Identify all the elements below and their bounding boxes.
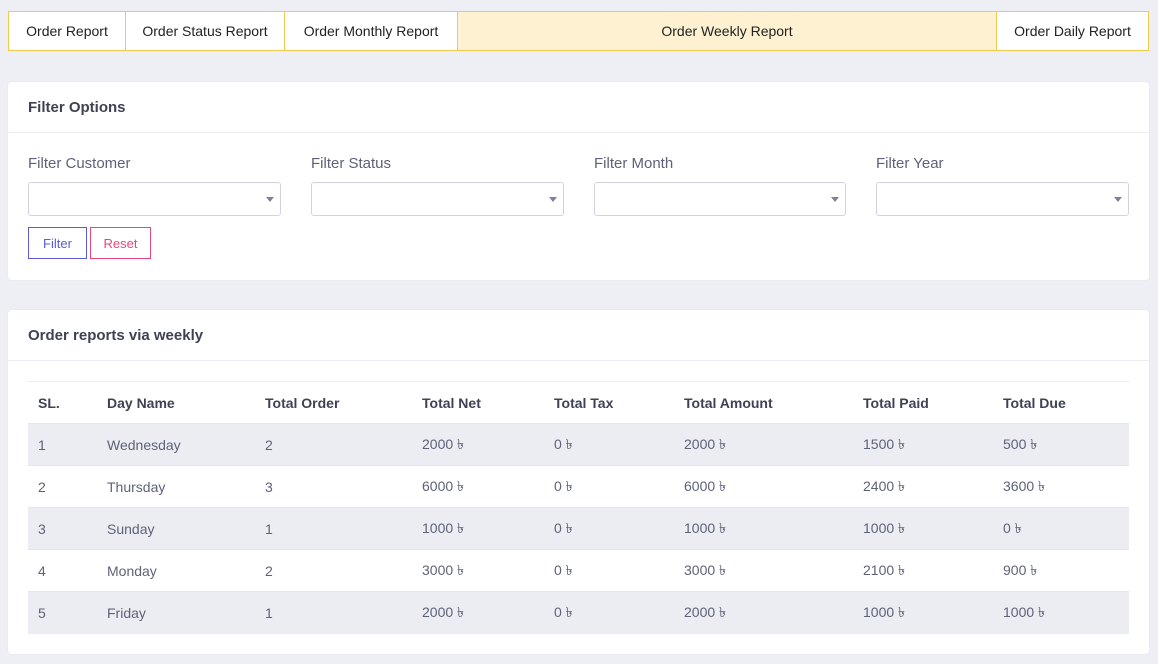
- table-cell: Wednesday: [97, 423, 255, 466]
- table-row: 2 Thursday 3 6000 ৳ 0 ৳ 6000 ৳ 2400 ৳ 36…: [28, 465, 1129, 508]
- table-cell: 0 ৳: [544, 465, 674, 508]
- table-cell: 6000 ৳: [412, 465, 544, 508]
- table-cell: 2000 ৳: [412, 423, 544, 466]
- chevron-down-icon: [549, 197, 557, 202]
- filter-month-select[interactable]: [594, 182, 846, 216]
- table-cell: 0 ৳: [544, 507, 674, 550]
- table-cell: 5: [28, 591, 97, 634]
- table-cell: 2000 ৳: [412, 591, 544, 634]
- table-row: 5 Friday 1 2000 ৳ 0 ৳ 2000 ৳ 1000 ৳ 1000…: [28, 591, 1129, 634]
- filter-status-label: Filter Status: [311, 155, 392, 172]
- reset-button[interactable]: Reset: [90, 227, 151, 259]
- tab-order-daily-report[interactable]: Order Daily Report: [997, 12, 1148, 50]
- report-tabs: Order Report Order Status Report Order M…: [8, 11, 1149, 51]
- table-cell: Friday: [97, 591, 255, 634]
- column-header: Total Due: [993, 381, 1129, 424]
- table-cell: 1000 ৳: [674, 507, 853, 550]
- table-cell: 1000 ৳: [412, 507, 544, 550]
- table-cell: 3: [255, 465, 412, 508]
- filter-month-group: Filter Month: [594, 155, 846, 216]
- column-header: SL.: [28, 381, 97, 424]
- filter-form: Filter Customer Filter Status Filter Mon…: [8, 133, 1149, 331]
- table-cell: 4: [28, 549, 97, 592]
- column-header: Total Net: [412, 381, 544, 424]
- table-cell: Sunday: [97, 507, 255, 550]
- column-header: Day Name: [97, 381, 255, 424]
- table-cell: 1000 ৳: [993, 591, 1129, 634]
- filter-status-select[interactable]: [311, 182, 564, 216]
- table-cell: 1000 ৳: [853, 507, 993, 550]
- filter-card-title: Filter Options: [8, 82, 1149, 133]
- table-cell: 0 ৳: [993, 507, 1129, 550]
- tab-order-report[interactable]: Order Report: [9, 12, 126, 50]
- table-cell: 0 ৳: [544, 423, 674, 466]
- table-cell: 1: [255, 507, 412, 550]
- report-card: Order reports via weekly SL. Day Name To…: [8, 310, 1149, 654]
- table-cell: 3000 ৳: [412, 549, 544, 592]
- tab-order-weekly-report[interactable]: Order Weekly Report: [458, 12, 997, 50]
- table-cell: 1: [28, 423, 97, 466]
- chevron-down-icon: [1114, 197, 1122, 202]
- table-cell: 2000 ৳: [674, 423, 853, 466]
- column-header: Total Paid: [853, 381, 993, 424]
- table-cell: 3: [28, 507, 97, 550]
- filter-customer-select[interactable]: [28, 182, 281, 216]
- table-row: 1 Wednesday 2 2000 ৳ 0 ৳ 2000 ৳ 1500 ৳ 5…: [28, 423, 1129, 466]
- filter-card: Filter Options Filter Customer Filter St…: [8, 82, 1149, 280]
- table-cell: 6000 ৳: [674, 465, 853, 508]
- table-cell: 1: [255, 591, 412, 634]
- table-cell: 2000 ৳: [674, 591, 853, 634]
- column-header: Total Order: [255, 381, 412, 424]
- table-cell: 1500 ৳: [853, 423, 993, 466]
- filter-customer-label: Filter Customer: [28, 155, 131, 172]
- table-row: 3 Sunday 1 1000 ৳ 0 ৳ 1000 ৳ 1000 ৳ 0 ৳: [28, 507, 1129, 550]
- tab-order-monthly-report[interactable]: Order Monthly Report: [285, 12, 458, 50]
- column-header: Total Tax: [544, 381, 674, 424]
- chevron-down-icon: [266, 197, 274, 202]
- chevron-down-icon: [831, 197, 839, 202]
- tab-order-status-report[interactable]: Order Status Report: [126, 12, 285, 50]
- report-card-title: Order reports via weekly: [8, 310, 1149, 361]
- table-cell: 0 ৳: [544, 591, 674, 634]
- filter-status-group: Filter Status: [311, 155, 564, 216]
- filter-year-select[interactable]: [876, 182, 1129, 216]
- table-cell: Monday: [97, 549, 255, 592]
- table-cell: 2: [28, 465, 97, 508]
- table-cell: 3600 ৳: [993, 465, 1129, 508]
- table-cell: 2100 ৳: [853, 549, 993, 592]
- table-cell: 3000 ৳: [674, 549, 853, 592]
- table-cell: 0 ৳: [544, 549, 674, 592]
- table-cell: 2: [255, 423, 412, 466]
- filter-year-label: Filter Year: [876, 155, 944, 172]
- table-cell: Thursday: [97, 465, 255, 508]
- table-cell: 2400 ৳: [853, 465, 993, 508]
- filter-button[interactable]: Filter: [28, 227, 87, 259]
- weekly-report-table: SL. Day Name Total Order Total Net Total…: [28, 381, 1129, 634]
- table-cell: 2: [255, 549, 412, 592]
- column-header: Total Amount: [674, 381, 853, 424]
- table-cell: 900 ৳: [993, 549, 1129, 592]
- table-cell: 1000 ৳: [853, 591, 993, 634]
- filter-year-group: Filter Year: [876, 155, 1129, 216]
- filter-month-label: Filter Month: [594, 155, 674, 172]
- table-cell: 500 ৳: [993, 423, 1129, 466]
- table-row: 4 Monday 2 3000 ৳ 0 ৳ 3000 ৳ 2100 ৳ 900 …: [28, 549, 1129, 592]
- filter-customer-group: Filter Customer: [28, 155, 281, 216]
- table-header-row: SL. Day Name Total Order Total Net Total…: [28, 381, 1129, 424]
